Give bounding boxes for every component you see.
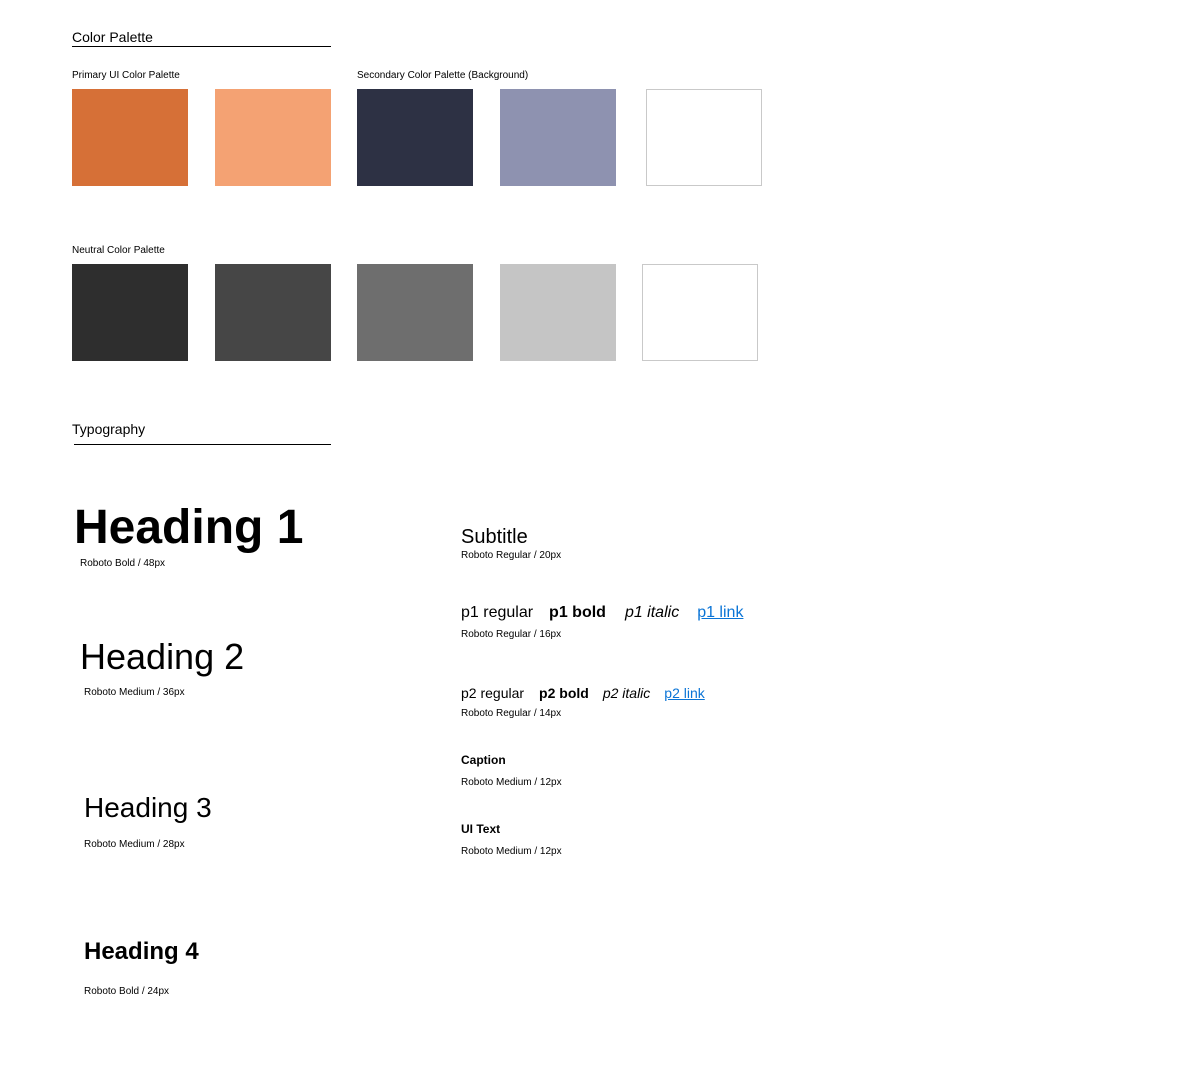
p1-spec: Roboto Regular / 16px xyxy=(461,629,562,640)
heading-3-sample: Heading 3 xyxy=(84,792,212,823)
color-palette-divider xyxy=(72,46,331,47)
heading-4-sample: Heading 4 xyxy=(84,938,199,965)
heading-2-spec: Roboto Medium / 36px xyxy=(84,687,185,698)
p1-italic-sample: p1 italic xyxy=(624,604,680,621)
swatch-primary-1 xyxy=(72,89,188,186)
swatch-neutral-4 xyxy=(500,264,616,361)
subtitle-sample: Subtitle xyxy=(461,526,528,548)
subtitle-spec: Roboto Regular / 20px xyxy=(461,550,562,561)
p2-bold-sample: p2 bold xyxy=(539,685,589,701)
p1-bold-sample: p1 bold xyxy=(549,604,606,621)
typography-title: Typography xyxy=(72,421,146,437)
caption-spec: Roboto Medium / 12px xyxy=(461,777,562,788)
heading-1-spec: Roboto Bold / 48px xyxy=(80,558,166,569)
ui-text-sample: UI Text xyxy=(461,822,501,836)
swatch-secondary-3 xyxy=(646,89,762,186)
p2-regular-sample: p2 regular xyxy=(461,685,525,701)
swatch-primary-2 xyxy=(215,89,331,186)
heading-2-sample: Heading 2 xyxy=(80,636,245,677)
p1-regular-sample: p1 regular xyxy=(461,604,534,621)
swatch-neutral-3 xyxy=(357,264,473,361)
heading-4-spec: Roboto Bold / 24px xyxy=(84,986,170,997)
ui-text-spec: Roboto Medium / 12px xyxy=(461,846,562,857)
neutral-palette-label: Neutral Color Palette xyxy=(72,245,165,256)
heading-3-spec: Roboto Medium / 28px xyxy=(84,839,185,850)
swatch-secondary-2 xyxy=(500,89,616,186)
p2-italic-sample: p2 italic xyxy=(602,685,651,701)
p1-link-sample[interactable]: p1 link xyxy=(697,603,743,623)
caption-sample: Caption xyxy=(461,753,506,767)
p1-samples: p1 regular p1 bold p1 italic p1 link xyxy=(461,603,743,623)
swatch-neutral-2 xyxy=(215,264,331,361)
primary-palette-label: Primary UI Color Palette xyxy=(72,70,180,81)
heading-1-sample: Heading 1 xyxy=(74,501,304,554)
p2-link-sample[interactable]: p2 link xyxy=(664,684,704,702)
color-palette-title: Color Palette xyxy=(72,29,153,45)
swatch-neutral-1 xyxy=(72,264,188,361)
swatch-neutral-5 xyxy=(642,264,758,361)
p2-samples: p2 regular p2 bold p2 italic p2 link xyxy=(461,684,705,702)
p2-spec: Roboto Regular / 14px xyxy=(461,708,562,719)
typography-divider xyxy=(74,444,331,445)
secondary-palette-label: Secondary Color Palette (Background) xyxy=(357,70,529,81)
swatch-secondary-1 xyxy=(357,89,473,186)
